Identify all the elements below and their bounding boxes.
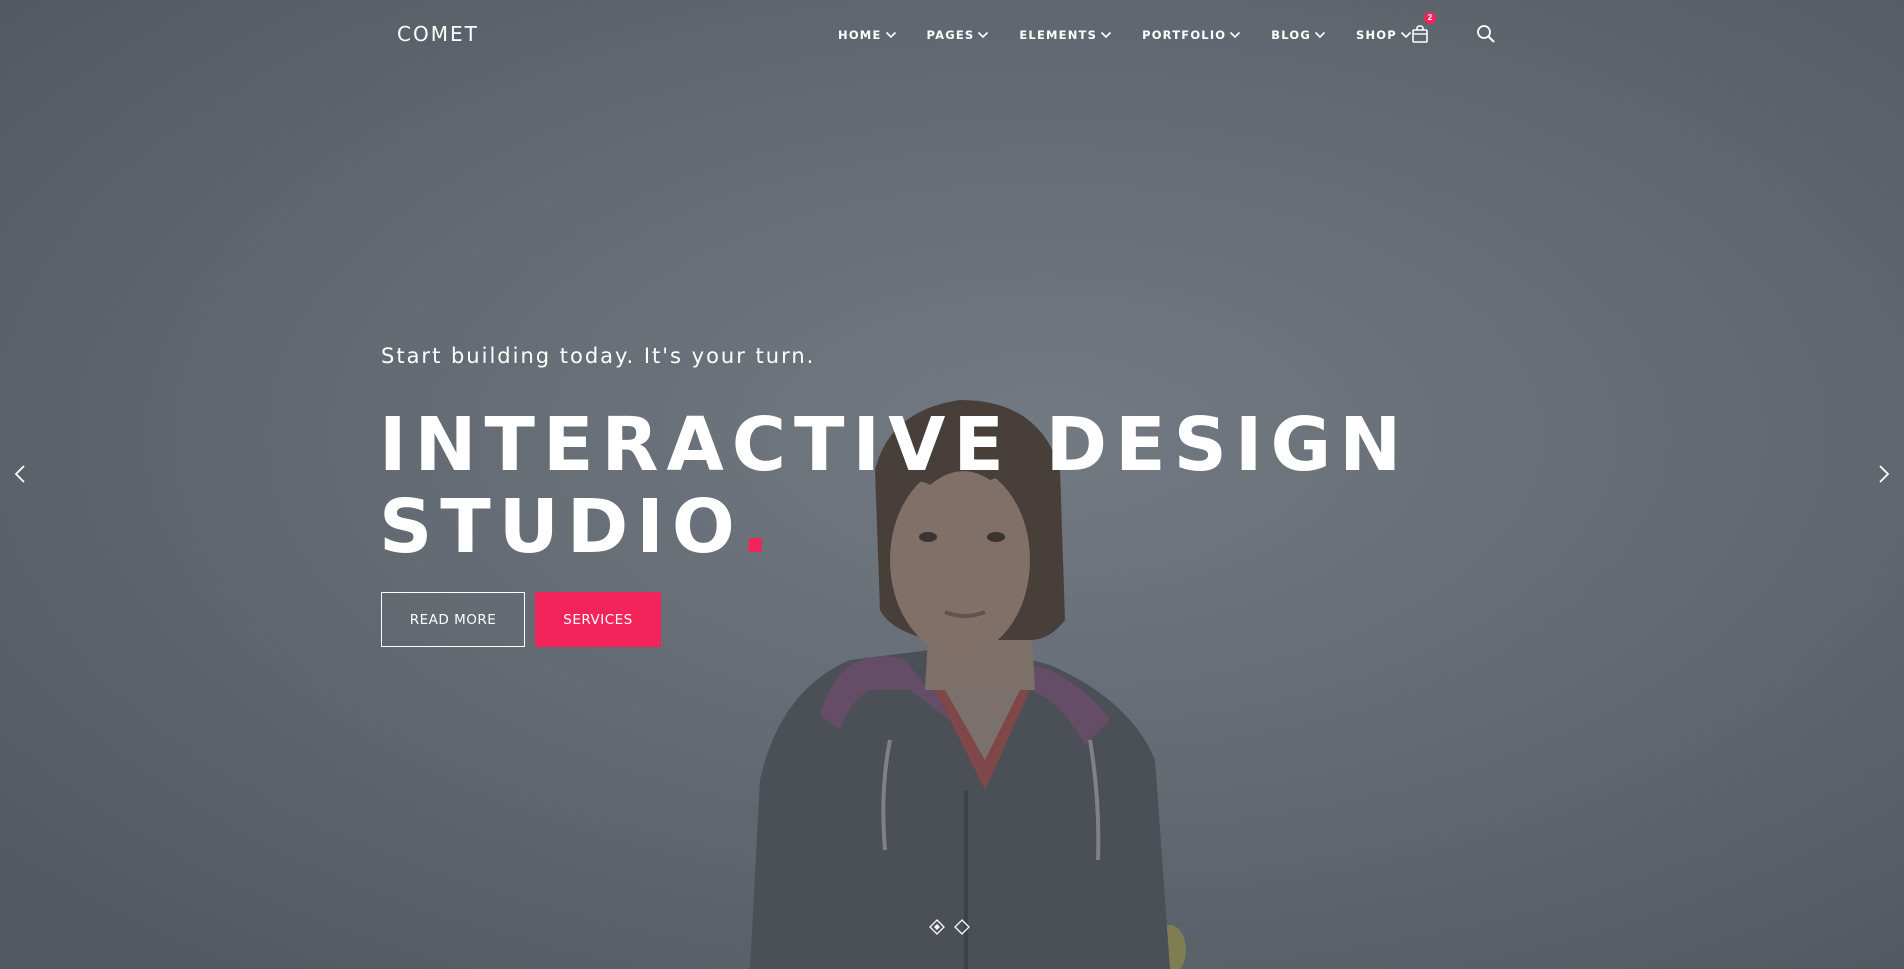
nav-item-label: HOME	[838, 28, 882, 42]
chevron-down-icon	[885, 31, 896, 39]
slider-pagination	[929, 919, 979, 935]
nav-item-home[interactable]: HOME	[838, 24, 897, 46]
nav-item-label: BLOG	[1271, 28, 1311, 42]
site-header: COMET HOME PAGES ELEMENTS PORTFOLIO BLOG	[0, 0, 1904, 70]
headline-accent-dot: .	[741, 484, 778, 570]
nav-item-blog[interactable]: BLOG	[1271, 24, 1326, 46]
chevron-left-icon[interactable]	[10, 463, 32, 485]
headline-line-1: INTERACTIVE DESIGN	[379, 402, 1410, 488]
chevron-down-icon	[1314, 31, 1326, 39]
nav-item-shop[interactable]: SHOP	[1356, 24, 1412, 46]
site-logo[interactable]: COMET	[397, 22, 479, 46]
main-nav: HOME PAGES ELEMENTS PORTFOLIO BLOG SHOP	[838, 24, 1442, 46]
nav-item-label: SHOP	[1355, 28, 1397, 42]
cart-count-badge: 2	[1424, 12, 1436, 24]
nav-item-label: PAGES	[926, 28, 975, 42]
nav-item-portfolio[interactable]: PORTFOLIO	[1142, 24, 1241, 46]
read-more-button[interactable]: READ MORE	[381, 592, 525, 647]
nav-item-pages[interactable]: PAGES	[927, 24, 990, 46]
hero-tagline: Start building today. It's your turn.	[381, 344, 816, 368]
slide-dot-icon[interactable]	[954, 919, 970, 935]
search-icon[interactable]	[1476, 24, 1496, 44]
chevron-down-icon	[1101, 31, 1112, 39]
nav-item-label: ELEMENTS	[1019, 28, 1098, 42]
services-button[interactable]: SERVICES	[535, 592, 661, 647]
chevron-right-icon[interactable]	[1872, 463, 1894, 485]
hero-slider: COMET HOME PAGES ELEMENTS PORTFOLIO BLOG	[0, 0, 1904, 969]
headline-line-2: STUDIO	[379, 484, 742, 570]
shopping-bag-icon[interactable]	[1410, 24, 1430, 44]
slide-dot-active-icon[interactable]	[929, 919, 945, 935]
hero-headline: INTERACTIVE DESIGN STUDIO.	[379, 404, 1479, 568]
chevron-down-icon	[978, 31, 989, 39]
nav-item-elements[interactable]: ELEMENTS	[1019, 24, 1112, 46]
chevron-down-icon	[1230, 31, 1241, 39]
nav-item-label: PORTFOLIO	[1142, 28, 1227, 42]
